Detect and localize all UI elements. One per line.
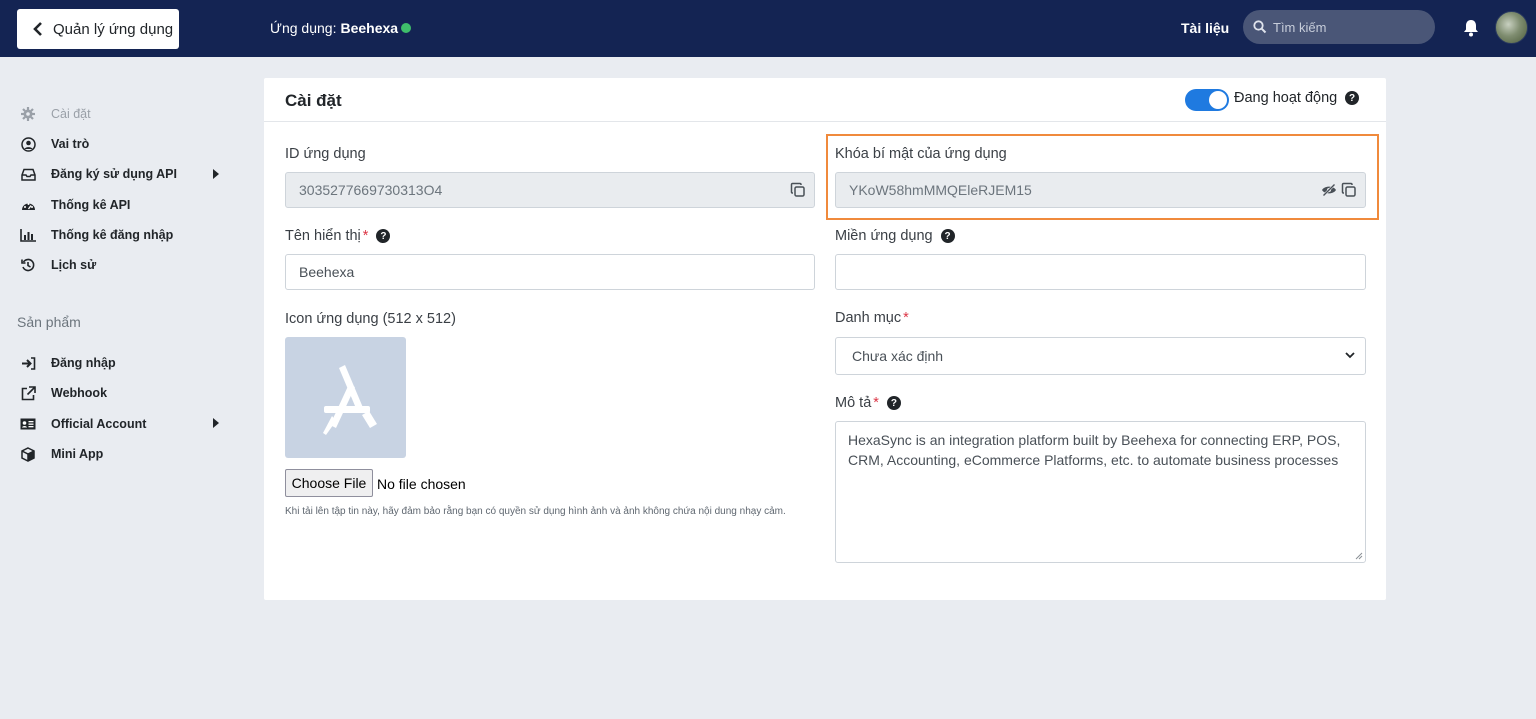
sidebar-item-history[interactable]: Lịch sử <box>20 254 96 276</box>
file-upload-hint: Khi tải lên tập tin này, hãy đảm bảo rằn… <box>285 506 786 517</box>
app-domain-label: Miền ứng dụng ? <box>835 228 955 244</box>
bar-chart-icon <box>20 227 36 243</box>
app-title: Ứng dụng: Beehexa <box>270 20 412 36</box>
description-value: HexaSync is an integration platform buil… <box>848 432 1341 468</box>
sidebar-item-mini-app[interactable]: Mini App <box>20 443 103 465</box>
bell-icon[interactable] <box>1463 19 1479 37</box>
choose-file-button[interactable]: Choose File <box>285 469 373 497</box>
description-textarea[interactable]: HexaSync is an integration platform buil… <box>835 421 1366 563</box>
sidebar-item-label: Đăng ký sử dụng API <box>51 167 177 181</box>
secret-key-field: YKoW58hmMMQEleRJEM15 <box>835 172 1366 208</box>
gear-icon <box>20 106 36 122</box>
sidebar-item-label: Thống kê đăng nhập <box>51 228 174 242</box>
sidebar-item-login[interactable]: Đăng nhập <box>20 352 116 374</box>
help-icon[interactable]: ? <box>940 229 955 243</box>
top-navbar: Quản lý ứng dụng Ứng dụng: Beehexa Tài l… <box>0 0 1536 57</box>
secret-key-label-text: Khóa bí mật của ứng dụng <box>835 146 1007 162</box>
app-icon-preview <box>285 337 406 458</box>
sidebar-item-api-stats[interactable]: Thống kê API <box>20 194 130 216</box>
inbox-icon <box>20 166 36 182</box>
help-icon[interactable]: ? <box>1345 91 1359 105</box>
category-label-text: Danh mục <box>835 310 902 326</box>
required-mark: * <box>873 395 879 411</box>
caret-right-icon[interactable] <box>213 418 219 428</box>
sidebar-item-label: Vai trò <box>51 137 90 151</box>
sidebar-item-roles[interactable]: Vai trò <box>20 133 89 155</box>
products-section-label: Sản phẩm <box>17 314 81 330</box>
description-label: Mô tả * ? <box>835 395 901 411</box>
app-icon-label-text: Icon ứng dụng (512 x 512) <box>285 311 456 327</box>
search-icon <box>1253 20 1267 34</box>
help-icon[interactable]: ? <box>886 396 901 410</box>
back-to-apps-button[interactable]: Quản lý ứng dụng <box>17 9 179 49</box>
id-card-icon <box>20 416 36 432</box>
sidebar-item-label: Đăng nhập <box>51 356 116 370</box>
app-icon-label: Icon ứng dụng (512 x 512) <box>285 311 456 327</box>
display-name-label: Tên hiển thị * ? <box>285 228 391 244</box>
sidebar-item-label: Cài đặt <box>51 107 91 121</box>
back-button-label: Quản lý ứng dụng <box>53 20 174 38</box>
external-link-icon <box>20 385 36 401</box>
help-icon[interactable]: ? <box>376 229 391 243</box>
app-title-prefix: Ứng dụng: <box>270 20 337 36</box>
avatar[interactable] <box>1495 11 1528 44</box>
description-label-text: Mô tả <box>835 395 872 411</box>
app-id-field: 3035277669730313O4 <box>285 172 815 208</box>
chevron-down-icon <box>1345 352 1355 359</box>
status-dot <box>401 23 412 33</box>
app-id-label: ID ứng dụng <box>285 146 366 162</box>
file-status: No file chosen <box>377 476 466 492</box>
display-name-label-text: Tên hiển thị <box>285 228 361 244</box>
sidebar-item-login-stats[interactable]: Thống kê đăng nhập <box>20 224 173 246</box>
category-value: Chưa xác định <box>852 348 944 364</box>
secret-key-label: Khóa bí mật của ứng dụng <box>835 146 1007 162</box>
copy-icon[interactable] <box>790 182 806 198</box>
eye-slash-icon[interactable] <box>1321 183 1337 197</box>
sidebar-item-label: Mini App <box>51 447 104 461</box>
required-mark: * <box>903 310 909 326</box>
secret-key-value: YKoW58hmMMQEleRJEM15 <box>849 182 1032 198</box>
app-store-icon <box>322 364 377 435</box>
app-domain-label-text: Miền ứng dụng <box>835 228 933 244</box>
category-label: Danh mục * <box>835 310 909 326</box>
required-mark: * <box>362 228 369 244</box>
app-name: Beehexa <box>340 20 399 36</box>
sign-in-icon <box>20 355 36 371</box>
app-id-value: 3035277669730313O4 <box>299 182 443 198</box>
sidebar-item-label: Thống kê API <box>51 198 131 212</box>
app-domain-field[interactable] <box>835 254 1366 290</box>
history-icon <box>20 257 36 273</box>
copy-icon[interactable] <box>1341 182 1357 198</box>
sidebar-item-label: Official Account <box>51 417 147 431</box>
page-title: Cài đặt <box>285 91 342 110</box>
sidebar-item-label: Lịch sử <box>51 258 97 272</box>
active-toggle-label: Đang hoạt động <box>1234 90 1338 106</box>
gauge-icon <box>20 197 36 213</box>
sidebar-item-api-subscription[interactable]: Đăng ký sử dụng API <box>20 163 177 185</box>
sidebar-item-label: Webhook <box>51 386 108 400</box>
display-name-value: Beehexa <box>299 264 355 280</box>
sidebar-item-official-account[interactable]: Official Account <box>20 413 146 435</box>
resize-handle-icon[interactable] <box>1355 552 1363 560</box>
app-id-label-text: ID ứng dụng <box>285 146 366 162</box>
card-header: Cài đặt Đang hoạt động ? <box>264 78 1386 122</box>
docs-link[interactable]: Tài liệu <box>1181 20 1229 36</box>
category-select[interactable]: Chưa xác định <box>835 337 1366 375</box>
search-box[interactable] <box>1243 10 1435 44</box>
user-circle-icon <box>20 136 36 152</box>
search-input[interactable] <box>1273 19 1423 35</box>
sidebar-item-webhook[interactable]: Webhook <box>20 382 107 404</box>
chevron-left-icon <box>33 22 42 36</box>
display-name-field[interactable]: Beehexa <box>285 254 815 290</box>
caret-right-icon[interactable] <box>213 169 219 179</box>
sidebar-item-settings[interactable]: Cài đặt <box>20 103 91 125</box>
active-toggle[interactable] <box>1185 89 1229 111</box>
cube-icon <box>20 446 36 462</box>
